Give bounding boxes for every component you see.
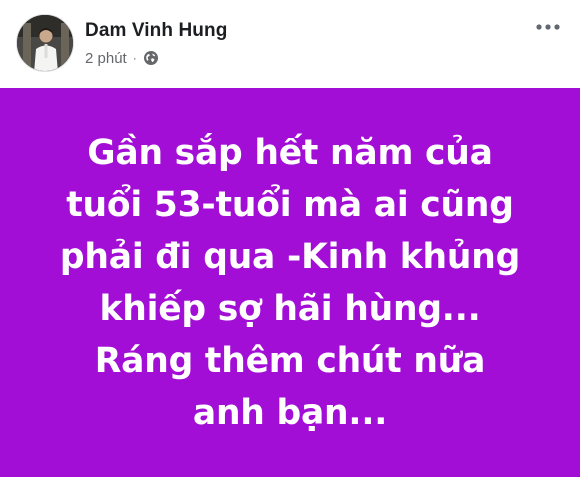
meta-separator: · — [132, 51, 137, 65]
globe-icon[interactable] — [143, 50, 159, 66]
author-name[interactable]: Dam Vinh Hung — [85, 20, 227, 42]
more-options-icon — [536, 24, 560, 30]
status-line: Ráng thêm chút nữa — [94, 340, 486, 381]
facebook-post: Dam Vinh Hung 2 phút · Gần sắp hết năm c… — [0, 0, 580, 477]
status-line: Gần sắp hết năm của — [87, 132, 493, 173]
author-avatar[interactable] — [16, 14, 74, 72]
status-line: phải đi qua -Kinh khủng — [59, 236, 521, 277]
status-line: khiếp sợ hãi hùng... — [99, 288, 481, 329]
status-line: tuổi 53-tuổi mà ai cũng — [66, 184, 514, 225]
status-background-card: Gần sắp hết năm của tuổi 53-tuổi mà ai c… — [0, 88, 580, 477]
post-timestamp[interactable]: 2 phút — [85, 50, 127, 67]
more-options-button[interactable] — [530, 14, 566, 40]
post-meta: 2 phút · — [85, 48, 159, 68]
status-text: Gần sắp hết năm của tuổi 53-tuổi mà ai c… — [18, 127, 562, 439]
avatar-photo-icon — [17, 15, 73, 71]
post-header: Dam Vinh Hung 2 phút · — [0, 0, 580, 84]
status-line: anh bạn... — [192, 392, 388, 433]
